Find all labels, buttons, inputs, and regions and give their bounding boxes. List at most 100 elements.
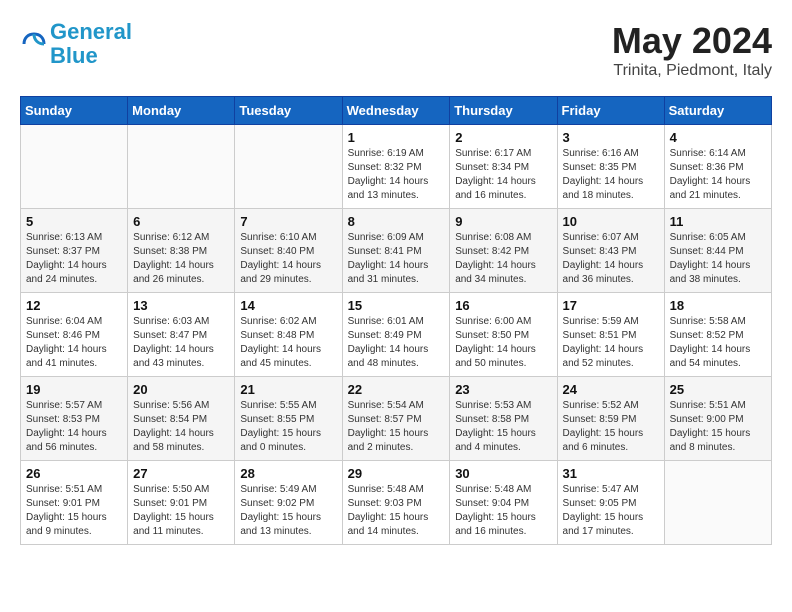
main-title: May 2024	[612, 20, 772, 62]
day-info: Sunrise: 6:13 AMSunset: 8:37 PMDaylight:…	[26, 231, 122, 287]
weekday-header-saturday: Saturday	[664, 97, 771, 125]
day-number: 1	[348, 130, 445, 145]
weekday-header-sunday: Sunday	[21, 97, 128, 125]
day-info: Sunrise: 6:14 AMSunset: 8:36 PMDaylight:…	[670, 147, 766, 203]
page-header: General Blue May 2024 Trinita, Piedmont,…	[20, 20, 772, 80]
day-number: 22	[348, 382, 445, 397]
weekday-header-tuesday: Tuesday	[235, 97, 342, 125]
day-cell	[664, 461, 771, 545]
day-cell: 8Sunrise: 6:09 AMSunset: 8:41 PMDaylight…	[342, 209, 450, 293]
day-info: Sunrise: 6:00 AMSunset: 8:50 PMDaylight:…	[455, 315, 551, 371]
calendar-header: SundayMondayTuesdayWednesdayThursdayFrid…	[21, 97, 772, 125]
day-cell: 29 Sunrise: 5:48 AMSunset: 9:03 PMDayligh…	[342, 461, 450, 545]
day-cell: 5 Sunrise: 6:13 AMSunset: 8:37 PMDaylight…	[21, 209, 128, 293]
day-info: Sunrise: 5:50 AMSunset: 9:01 PMDaylight:…	[133, 483, 229, 539]
logo-general: General	[50, 19, 132, 44]
weekday-header-monday: Monday	[128, 97, 235, 125]
day-info: Sunrise: 5:47 AMSunset: 9:05 PMDaylight:…	[563, 483, 659, 539]
day-cell: 9 Sunrise: 6:08 AMSunset: 8:42 PMDaylight…	[450, 209, 557, 293]
day-cell: 4 Sunrise: 6:14 AMSunset: 8:36 PMDaylight…	[664, 125, 771, 209]
day-number: 5	[26, 214, 122, 229]
day-info: Sunrise: 5:51 AMSunset: 9:01 PMDaylight:…	[26, 483, 122, 539]
day-cell: 20Sunrise: 5:56 AMSunset: 8:54 PMDayligh…	[128, 377, 235, 461]
day-cell: 19 Sunrise: 5:57 AMSunset: 8:53 PMDayligh…	[21, 377, 128, 461]
day-info: Sunrise: 5:48 AMSunset: 9:03 PMDaylight:…	[348, 483, 445, 539]
day-number: 7	[240, 214, 336, 229]
day-cell: 14Sunrise: 6:02 AMSunset: 8:48 PMDayligh…	[235, 293, 342, 377]
day-cell: 22 Sunrise: 5:54 AMSunset: 8:57 PMDayligh…	[342, 377, 450, 461]
day-number: 14	[240, 298, 336, 313]
day-number: 21	[240, 382, 336, 397]
day-number: 16	[455, 298, 551, 313]
day-cell	[235, 125, 342, 209]
day-cell: 24 Sunrise: 5:52 AMSunset: 8:59 PMDayligh…	[557, 377, 664, 461]
day-number: 13	[133, 298, 229, 313]
day-cell: 12Sunrise: 6:04 AMSunset: 8:46 PMDayligh…	[21, 293, 128, 377]
day-info: Sunrise: 6:05 AMSunset: 8:44 PMDaylight:…	[670, 231, 766, 287]
day-number: 2	[455, 130, 551, 145]
day-info: Sunrise: 5:55 AMSunset: 8:55 PMDaylight:…	[240, 399, 336, 455]
week-row-3: 12Sunrise: 6:04 AMSunset: 8:46 PMDayligh…	[21, 293, 772, 377]
day-number: 18	[670, 298, 766, 313]
week-row-4: 19 Sunrise: 5:57 AMSunset: 8:53 PMDayligh…	[21, 377, 772, 461]
day-cell: 21 Sunrise: 5:55 AMSunset: 8:55 PMDayligh…	[235, 377, 342, 461]
day-info: Sunrise: 5:51 AMSunset: 9:00 PMDaylight:…	[670, 399, 766, 455]
day-number: 3	[563, 130, 659, 145]
day-cell: 23 Sunrise: 5:53 AMSunset: 8:58 PMDayligh…	[450, 377, 557, 461]
title-block: May 2024 Trinita, Piedmont, Italy	[612, 20, 772, 80]
day-info: Sunrise: 6:04 AMSunset: 8:46 PMDaylight:…	[26, 315, 122, 371]
day-number: 24	[563, 382, 659, 397]
weekday-header-wednesday: Wednesday	[342, 97, 450, 125]
day-cell: 16 Sunrise: 6:00 AMSunset: 8:50 PMDayligh…	[450, 293, 557, 377]
day-number: 29	[348, 466, 445, 481]
day-info: Sunrise: 5:59 AMSunset: 8:51 PMDaylight:…	[563, 315, 659, 371]
day-cell: 2Sunrise: 6:17 AMSunset: 8:34 PMDaylight…	[450, 125, 557, 209]
day-number: 31	[563, 466, 659, 481]
day-cell	[128, 125, 235, 209]
weekday-header-thursday: Thursday	[450, 97, 557, 125]
day-info: Sunrise: 6:08 AMSunset: 8:42 PMDaylight:…	[455, 231, 551, 287]
day-cell: 6Sunrise: 6:12 AMSunset: 8:38 PMDaylight…	[128, 209, 235, 293]
week-row-2: 5 Sunrise: 6:13 AMSunset: 8:37 PMDaylight…	[21, 209, 772, 293]
subtitle: Trinita, Piedmont, Italy	[612, 62, 772, 80]
day-info: Sunrise: 5:54 AMSunset: 8:57 PMDaylight:…	[348, 399, 445, 455]
day-info: Sunrise: 6:10 AMSunset: 8:40 PMDaylight:…	[240, 231, 336, 287]
day-number: 25	[670, 382, 766, 397]
day-cell: 30Sunrise: 5:48 AMSunset: 9:04 PMDayligh…	[450, 461, 557, 545]
day-number: 17	[563, 298, 659, 313]
logo-blue: Blue	[50, 43, 98, 68]
day-info: Sunrise: 5:56 AMSunset: 8:54 PMDaylight:…	[133, 399, 229, 455]
day-number: 19	[26, 382, 122, 397]
day-number: 15	[348, 298, 445, 313]
day-number: 27	[133, 466, 229, 481]
day-cell: 27 Sunrise: 5:50 AMSunset: 9:01 PMDayligh…	[128, 461, 235, 545]
day-number: 23	[455, 382, 551, 397]
logo-icon	[20, 30, 48, 58]
day-number: 8	[348, 214, 445, 229]
day-cell: 25 Sunrise: 5:51 AMSunset: 9:00 PMDayligh…	[664, 377, 771, 461]
day-cell: 31 Sunrise: 5:47 AMSunset: 9:05 PMDayligh…	[557, 461, 664, 545]
calendar-table: SundayMondayTuesdayWednesdayThursdayFrid…	[20, 96, 772, 545]
day-info: Sunrise: 6:07 AMSunset: 8:43 PMDaylight:…	[563, 231, 659, 287]
day-info: Sunrise: 6:01 AMSunset: 8:49 PMDaylight:…	[348, 315, 445, 371]
week-row-5: 26 Sunrise: 5:51 AMSunset: 9:01 PMDayligh…	[21, 461, 772, 545]
day-number: 6	[133, 214, 229, 229]
day-number: 30	[455, 466, 551, 481]
day-number: 9	[455, 214, 551, 229]
day-info: Sunrise: 5:57 AMSunset: 8:53 PMDaylight:…	[26, 399, 122, 455]
day-info: Sunrise: 5:52 AMSunset: 8:59 PMDaylight:…	[563, 399, 659, 455]
day-info: Sunrise: 5:53 AMSunset: 8:58 PMDaylight:…	[455, 399, 551, 455]
day-cell	[21, 125, 128, 209]
weekday-header-friday: Friday	[557, 97, 664, 125]
day-info: Sunrise: 6:03 AMSunset: 8:47 PMDaylight:…	[133, 315, 229, 371]
day-cell: 3 Sunrise: 6:16 AMSunset: 8:35 PMDaylight…	[557, 125, 664, 209]
day-number: 10	[563, 214, 659, 229]
day-number: 4	[670, 130, 766, 145]
day-cell: 11Sunrise: 6:05 AMSunset: 8:44 PMDayligh…	[664, 209, 771, 293]
day-number: 28	[240, 466, 336, 481]
day-cell: 10 Sunrise: 6:07 AMSunset: 8:43 PMDayligh…	[557, 209, 664, 293]
day-cell: 28Sunrise: 5:49 AMSunset: 9:02 PMDayligh…	[235, 461, 342, 545]
day-number: 26	[26, 466, 122, 481]
logo: General Blue	[20, 20, 132, 68]
day-info: Sunrise: 6:16 AMSunset: 8:35 PMDaylight:…	[563, 147, 659, 203]
